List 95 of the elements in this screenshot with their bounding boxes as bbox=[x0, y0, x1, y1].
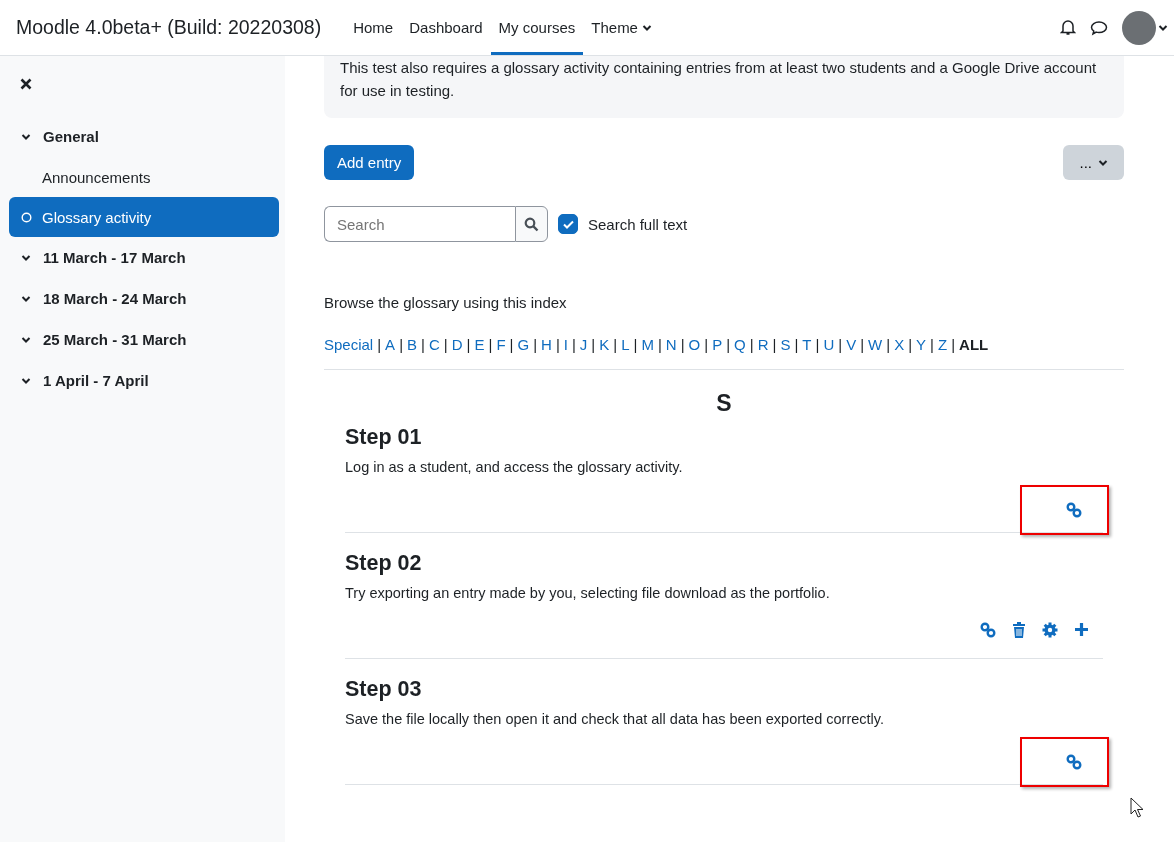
index-link[interactable]: V bbox=[846, 336, 857, 353]
index-link[interactable]: T bbox=[802, 336, 812, 353]
search-field[interactable]: Search bbox=[324, 206, 515, 242]
trash-icon[interactable] bbox=[1012, 621, 1026, 638]
chat-bubble-icon[interactable] bbox=[1090, 19, 1108, 36]
section-item[interactable]: General bbox=[9, 116, 279, 157]
index-link[interactable]: J bbox=[579, 336, 588, 353]
index-link[interactable]: F bbox=[496, 336, 506, 353]
checkbox[interactable] bbox=[558, 214, 578, 234]
mouse-cursor-icon bbox=[1130, 797, 1144, 818]
separator: | bbox=[772, 336, 777, 353]
index-link[interactable]: H bbox=[541, 336, 552, 353]
separator: | bbox=[860, 336, 865, 353]
add-entry-button[interactable]: Add entry bbox=[324, 145, 415, 180]
index-link[interactable]: E bbox=[474, 336, 485, 353]
index-link[interactable]: R bbox=[757, 336, 769, 353]
separator: | bbox=[613, 336, 618, 353]
index-link[interactable]: L bbox=[621, 336, 630, 353]
separator: | bbox=[533, 336, 538, 353]
separator: | bbox=[951, 336, 956, 353]
link-icon[interactable] bbox=[980, 621, 996, 638]
separator: | bbox=[443, 336, 448, 353]
separator: | bbox=[794, 336, 799, 353]
section-item[interactable]: 1 April - 7 April bbox=[9, 360, 279, 401]
separator: | bbox=[749, 336, 754, 353]
search-icon bbox=[524, 216, 539, 232]
more-menu-button[interactable]: ... bbox=[1063, 145, 1124, 180]
check-icon bbox=[562, 219, 574, 229]
separator: | bbox=[591, 336, 596, 353]
section-item[interactable]: 25 March - 31 March bbox=[9, 319, 279, 360]
entry-text: Save the file locally then open it and check that all data has been exported correctly. bbox=[345, 711, 885, 727]
separator: | bbox=[930, 336, 934, 353]
browse-label: Browse the glossary using this index bbox=[324, 294, 568, 311]
user-avatar[interactable] bbox=[1122, 10, 1156, 45]
entry-text: Log in as a student, and access the glossary activity. bbox=[345, 459, 684, 475]
index-link[interactable]: P bbox=[712, 336, 723, 353]
index-link[interactable]: D bbox=[451, 336, 463, 353]
activity-item[interactable]: Glossary activity bbox=[9, 197, 279, 237]
separator: | bbox=[908, 336, 913, 353]
index-link[interactable]: K bbox=[599, 336, 610, 353]
index-link[interactable]: O bbox=[688, 336, 701, 353]
separator: | bbox=[657, 336, 662, 353]
separator: | bbox=[509, 336, 514, 353]
index-link[interactable]: C bbox=[428, 336, 440, 353]
entry-text: Try exporting an entry made by you, selecting file download as the portfolio. bbox=[345, 585, 831, 601]
index-link[interactable]: I bbox=[563, 336, 568, 353]
separator: | bbox=[555, 336, 560, 353]
checkbox-label[interactable]: Search full text bbox=[588, 215, 688, 233]
separator: | bbox=[704, 336, 709, 353]
index-link[interactable]: ALL bbox=[959, 336, 989, 353]
index-link[interactable]: A bbox=[385, 336, 396, 353]
index-link[interactable]: B bbox=[407, 336, 418, 353]
nav-link[interactable]: Home bbox=[345, 0, 402, 55]
entry-title: Step 03 bbox=[345, 677, 423, 702]
index-link[interactable]: G bbox=[517, 336, 530, 353]
separator: | bbox=[421, 336, 425, 353]
index-link[interactable]: Special bbox=[324, 336, 374, 353]
index-link[interactable]: M bbox=[641, 336, 654, 353]
index-link[interactable]: N bbox=[665, 336, 677, 353]
separator: | bbox=[815, 336, 820, 353]
link-icon[interactable] bbox=[1066, 753, 1082, 770]
entry-title: Step 01 bbox=[345, 425, 423, 450]
separator: | bbox=[377, 336, 382, 353]
nav-link[interactable]: Dashboard bbox=[401, 0, 491, 55]
plus-icon[interactable] bbox=[1074, 622, 1089, 637]
separator: | bbox=[571, 336, 576, 353]
separator: | bbox=[886, 336, 891, 353]
nav-link[interactable]: Theme bbox=[583, 0, 660, 55]
index-link[interactable]: Y bbox=[916, 336, 927, 353]
entry-title: Step 02 bbox=[345, 551, 423, 576]
section-item[interactable]: 18 March - 24 March bbox=[9, 278, 279, 319]
separator: | bbox=[399, 336, 404, 353]
search-button[interactable] bbox=[515, 206, 548, 242]
site-name[interactable]: Moodle 4.0beta+ (Build: 20220308) bbox=[16, 16, 322, 39]
separator: | bbox=[726, 336, 731, 353]
index-link[interactable]: U bbox=[823, 336, 835, 353]
separator: | bbox=[680, 336, 685, 353]
separator: | bbox=[633, 336, 638, 353]
separator: | bbox=[838, 336, 843, 353]
index-link[interactable]: W bbox=[868, 336, 883, 353]
index-link[interactable]: S bbox=[780, 336, 791, 353]
link-icon[interactable] bbox=[1066, 501, 1082, 518]
close-icon[interactable] bbox=[20, 78, 32, 90]
letter-heading: S bbox=[715, 390, 733, 417]
activity-item[interactable]: Announcements bbox=[9, 157, 279, 197]
bell-icon[interactable] bbox=[1060, 19, 1076, 36]
index-link[interactable]: Z bbox=[938, 336, 948, 353]
circle-icon bbox=[21, 211, 32, 223]
gear-icon[interactable] bbox=[1042, 621, 1058, 638]
separator: | bbox=[488, 336, 493, 353]
section-item[interactable]: 11 March - 17 March bbox=[9, 237, 279, 278]
index-link[interactable]: Q bbox=[734, 336, 746, 353]
index-link[interactable]: X bbox=[894, 336, 905, 353]
separator: | bbox=[466, 336, 471, 353]
info-text: This test also requires a glossary activity containing entries from at least two students and a Google Drive account for use in testing. bbox=[324, 56, 1124, 118]
